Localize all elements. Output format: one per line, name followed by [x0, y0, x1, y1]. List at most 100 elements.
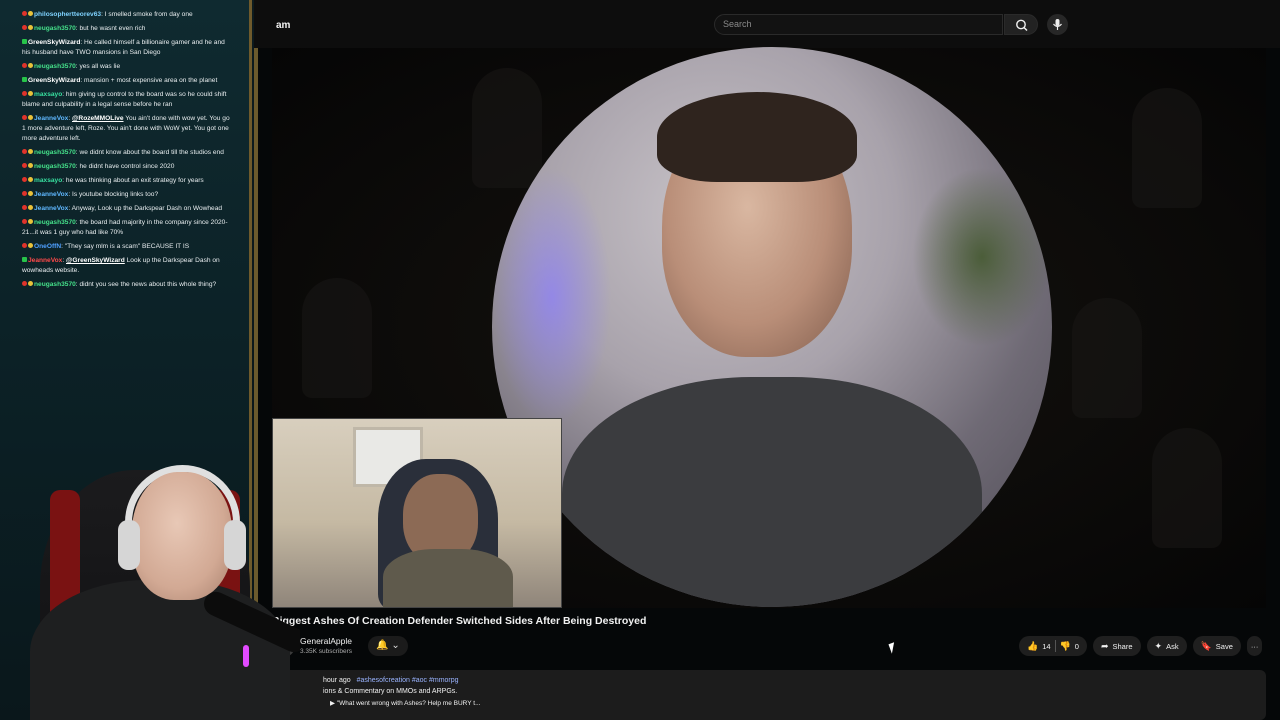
chat-message-list: philosophertteorev63: I smelled smoke fr…	[22, 10, 232, 294]
chat-message: neugash3570: he didnt have control since…	[22, 162, 232, 172]
chat-text: he didnt have control since 2020	[79, 163, 175, 170]
search-input[interactable]: Search	[714, 14, 1003, 35]
video-title: Biggest Ashes Of Creation Defender Switc…	[272, 615, 647, 627]
chat-username[interactable]: philosophertteorev63	[34, 11, 101, 18]
chat-message: JeanneVox: @GreenSkyWizard Look up the D…	[22, 256, 232, 276]
chat-username[interactable]: OneOffN	[34, 243, 61, 250]
search-button[interactable]	[1004, 14, 1038, 35]
streamer-body	[30, 580, 290, 720]
chat-badge-icon	[28, 191, 33, 196]
notification-bell-button[interactable]: 🔔 ⌄	[368, 636, 408, 656]
chat-username[interactable]: JeanneVox	[34, 205, 68, 212]
chat-badge-icon	[22, 219, 27, 224]
bell-icon: 🔔	[376, 640, 389, 651]
chat-badge-icon	[22, 205, 27, 210]
chat-mention[interactable]: @GreenSkyWizard	[66, 257, 125, 264]
chat-text: Anyway, Look up the Darkspear Dash on Wo…	[71, 205, 223, 212]
streamer-face	[132, 472, 232, 600]
description-link[interactable]: ▶ "What went wrong with Ashes? Help me B…	[330, 699, 481, 707]
chat-username[interactable]: neugash3570	[34, 63, 76, 70]
description-meta: hour ago #ashesofcreation #aoc #mmorpg	[323, 677, 459, 684]
chat-badge-icon	[28, 25, 33, 30]
creator-body	[383, 549, 513, 607]
chat-badge-icon	[28, 149, 33, 154]
chat-badge-icon	[22, 39, 27, 44]
plant	[912, 167, 1052, 347]
chat-message: neugash3570: the board had majority in t…	[22, 218, 232, 238]
more-actions-button[interactable]: ···	[1246, 636, 1263, 656]
chat-username[interactable]: GreenSkyWizard	[28, 39, 80, 46]
chat-message: maxsayo: him giving up control to the bo…	[22, 90, 232, 110]
guest-shirt	[562, 377, 982, 607]
hashtags[interactable]: #ashesofcreation #aoc #mmorpg	[357, 677, 459, 684]
more-icon: ···	[1250, 641, 1259, 651]
search-icon	[1016, 19, 1028, 32]
chat-badge-icon	[22, 191, 27, 196]
divider	[1054, 640, 1056, 652]
chat-badge-icon	[22, 115, 27, 120]
chat-username[interactable]: maxsayo	[34, 91, 62, 98]
chat-message: neugash3570: we didnt know about the boa…	[22, 148, 232, 158]
chat-username[interactable]: neugash3570	[34, 25, 76, 32]
chat-badge-icon	[28, 11, 33, 16]
bookmark-icon: 🔖	[1200, 640, 1212, 651]
headphones-icon	[118, 520, 140, 570]
chat-username[interactable]: neugash3570	[34, 281, 76, 288]
chat-username[interactable]: neugash3570	[34, 163, 76, 170]
chat-badge-icon	[22, 91, 27, 96]
chat-username[interactable]: neugash3570	[34, 149, 76, 156]
save-button[interactable]: 🔖 Save	[1192, 636, 1241, 656]
chat-badge-icon	[22, 177, 27, 182]
chat-badge-icon	[22, 11, 27, 16]
chat-badge-icon	[22, 163, 27, 168]
youtube-logo[interactable]: am	[276, 20, 290, 31]
upload-time: hour ago	[323, 677, 351, 684]
thumbs-up-icon[interactable]: 👍	[1027, 641, 1038, 652]
purple-light	[492, 167, 612, 427]
chat-badge-icon	[22, 149, 27, 154]
chat-text: mansion + most expensive area on the pla…	[84, 77, 218, 84]
chat-message: GreenSkyWizard: mansion + most expensive…	[22, 76, 232, 86]
chat-username[interactable]: maxsayo	[34, 177, 62, 184]
chat-message: JeanneVox: Anyway, Look up the Darkspear…	[22, 204, 232, 214]
chat-username[interactable]: neugash3570	[34, 219, 76, 226]
share-button[interactable]: ➦ Share	[1092, 636, 1141, 656]
ask-button[interactable]: ✦ Ask	[1146, 636, 1187, 656]
chat-text: but he wasnt even rich	[79, 25, 146, 32]
chat-message: OneOffN: "They say mlm is a scam" BECAUS…	[22, 242, 232, 252]
chat-username[interactable]: JeanneVox	[34, 115, 68, 122]
chat-badge-icon	[28, 281, 33, 286]
guest-hair	[657, 92, 857, 182]
mic-light	[243, 645, 249, 667]
chat-badge-icon	[22, 77, 27, 82]
save-label: Save	[1215, 641, 1233, 651]
chat-badge-icon	[22, 281, 27, 286]
chat-message: neugash3570: yes all was lie	[22, 62, 232, 72]
like-dislike-group: 👍 14 👎 0	[1019, 636, 1087, 656]
subscriber-count: 3.35K subscribers	[300, 648, 353, 655]
chat-message: philosophertteorev63: I smelled smoke fr…	[22, 10, 232, 20]
chat-badge-icon	[22, 63, 27, 68]
chat-mention[interactable]: @RozeMMOLive	[72, 115, 124, 122]
background-figure	[1132, 88, 1202, 208]
chat-badge-icon	[28, 177, 33, 182]
background-figure	[302, 278, 372, 398]
chat-message: neugash3570: didnt you see the news abou…	[22, 280, 232, 290]
like-count[interactable]: 14	[1042, 642, 1050, 651]
chat-username[interactable]: JeanneVox	[34, 191, 68, 198]
chat-badge-icon	[28, 205, 33, 210]
chat-badge-icon	[28, 63, 33, 68]
chat-username[interactable]: GreenSkyWizard	[28, 77, 80, 84]
sparkle-icon: ✦	[1154, 640, 1163, 651]
description-text: ions & Commentary on MMOs and ARPGs.	[323, 688, 458, 695]
channel-name[interactable]: GeneralApple	[300, 636, 352, 646]
chat-username[interactable]: JeanneVox	[28, 257, 62, 264]
voice-search-button[interactable]	[1047, 14, 1068, 35]
chat-badge-icon	[28, 219, 33, 224]
chat-badge-icon	[28, 163, 33, 168]
headphones-icon	[224, 520, 246, 570]
chat-message: JeanneVox: Is youtube blocking links too…	[22, 190, 232, 200]
streamer-webcam	[0, 440, 300, 720]
background-figure	[1152, 428, 1222, 548]
thumbs-down-icon[interactable]: 👎	[1060, 641, 1071, 652]
